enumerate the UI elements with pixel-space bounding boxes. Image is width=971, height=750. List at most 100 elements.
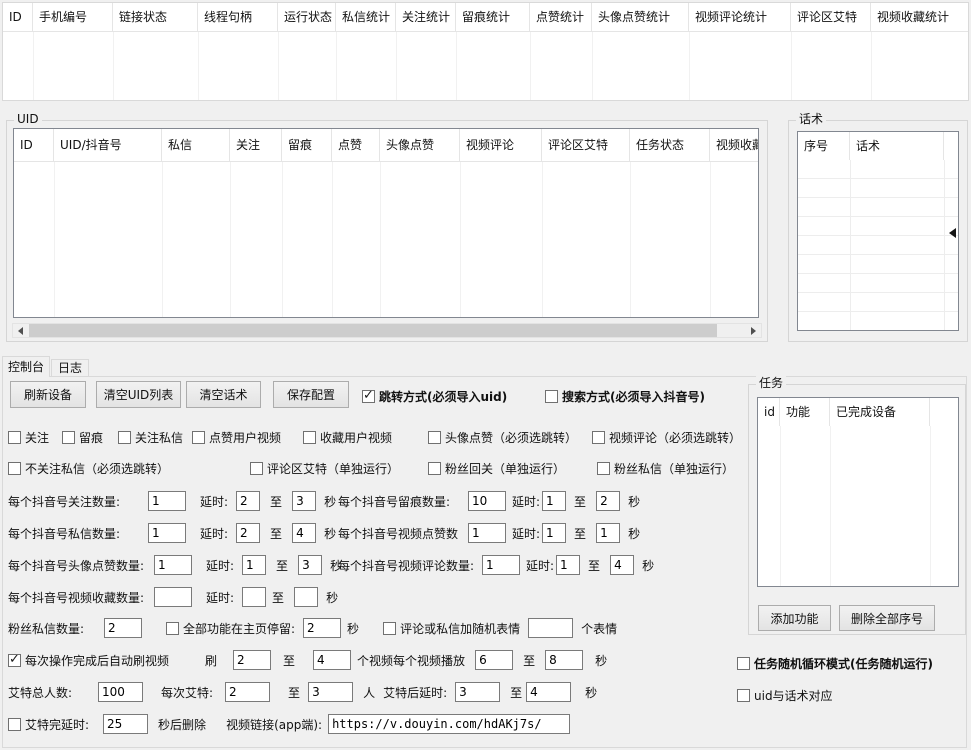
task-col-function[interactable]: 功能	[780, 398, 830, 426]
swipe-to-input[interactable]	[313, 650, 351, 670]
device-col-dm-stat[interactable]: 私信统计	[336, 3, 396, 31]
avatar-like-delay-to-input[interactable]	[298, 555, 322, 575]
device-col-id[interactable]: ID	[3, 3, 33, 31]
task-col-done-devices[interactable]: 已完成设备	[830, 398, 930, 426]
at-each-to-input[interactable]	[308, 682, 353, 702]
tab-log[interactable]: 日志	[51, 359, 89, 376]
device-col-avatar-like-stat[interactable]: 头像点赞统计	[592, 3, 689, 31]
delete-all-serial-button[interactable]: 删除全部序号	[839, 605, 935, 631]
scrollbar-thumb[interactable]	[29, 324, 717, 337]
tab-console[interactable]: 控制台	[2, 356, 50, 377]
device-col-video-fav-stat[interactable]: 视频收藏统计	[871, 3, 968, 31]
device-col-trace-stat[interactable]: 留痕统计	[456, 3, 530, 31]
fans-dm-checkbox[interactable]: 粉丝私信（单独运行）	[597, 460, 734, 476]
uid-col-uid[interactable]: UID/抖音号	[54, 129, 162, 161]
fav-user-video-checkbox[interactable]: 收藏用户视频	[303, 429, 392, 445]
video-like-delay-to-input[interactable]	[596, 523, 620, 543]
follow-checkbox[interactable]: 关注	[8, 429, 49, 445]
device-col-comment-at-stat[interactable]: 评论区艾特	[791, 3, 871, 31]
follow-dm-checkbox[interactable]: 关注私信	[118, 429, 183, 445]
play-from-input[interactable]	[475, 650, 513, 670]
task-col-extra[interactable]	[930, 398, 958, 426]
device-col-thread[interactable]: 线程句柄	[198, 3, 278, 31]
device-col-follow-stat[interactable]: 关注统计	[396, 3, 456, 31]
uid-col-dm[interactable]: 私信	[162, 129, 230, 161]
script-col-serial[interactable]: 序号	[798, 132, 850, 160]
random-emoji-checkbox[interactable]: 评论或私信加随机表情	[383, 620, 520, 636]
scroll-left-button[interactable]	[13, 324, 28, 337]
scroll-right-button[interactable]	[746, 324, 761, 337]
follow-count-input[interactable]	[148, 491, 186, 511]
at-done-delay-checkbox[interactable]: 艾特完延时:	[8, 716, 89, 732]
uid-col-follow[interactable]: 关注	[230, 129, 282, 161]
fans-follow-back-checkbox[interactable]: 粉丝回关（单独运行）	[428, 460, 565, 476]
trace-checkbox[interactable]: 留痕	[62, 429, 103, 445]
device-col-run-status[interactable]: 运行状态	[278, 3, 336, 31]
script-table-body[interactable]	[798, 160, 958, 330]
stay-home-seconds-input[interactable]	[303, 618, 341, 638]
avatar-like-count-input[interactable]	[154, 555, 192, 575]
task-table-body[interactable]	[758, 426, 958, 586]
trace-count-input[interactable]	[468, 491, 506, 511]
avatar-like-delay-from-input[interactable]	[242, 555, 266, 575]
swipe-from-input[interactable]	[233, 650, 271, 670]
video-comment-count-input[interactable]	[482, 555, 520, 575]
uid-col-task-status[interactable]: 任务状态	[630, 129, 710, 161]
save-config-button[interactable]: 保存配置	[273, 381, 349, 408]
clear-script-button[interactable]: 清空话术	[186, 381, 261, 408]
video-fav-delay-from-input[interactable]	[242, 587, 266, 607]
follow-delay-from-input[interactable]	[236, 491, 260, 511]
jump-mode-checkbox[interactable]: 跳转方式(必须导入uid)	[362, 388, 507, 404]
device-col-phone[interactable]: 手机编号	[33, 3, 113, 31]
device-col-like-stat[interactable]: 点赞统计	[530, 3, 592, 31]
task-random-loop-checkbox[interactable]: 任务随机循环模式(任务随机运行)	[737, 655, 933, 671]
like-user-video-checkbox[interactable]: 点赞用户视频	[192, 429, 281, 445]
emoji-count-input[interactable]	[528, 618, 573, 638]
script-col-extra[interactable]	[944, 132, 958, 160]
uid-script-match-checkbox[interactable]: uid与话术对应	[737, 687, 833, 703]
video-comment-checkbox[interactable]: 视频评论（必须选跳转）	[592, 429, 741, 445]
uid-col-video-fav[interactable]: 视频收藏	[710, 129, 758, 161]
uid-col-trace[interactable]: 留痕	[282, 129, 332, 161]
video-link-input[interactable]	[328, 714, 570, 734]
video-comment-delay-from-input[interactable]	[556, 555, 580, 575]
at-total-input[interactable]	[98, 682, 143, 702]
uid-table-body[interactable]	[14, 162, 758, 317]
dm-delay-from-input[interactable]	[236, 523, 260, 543]
trace-delay-from-input[interactable]	[542, 491, 566, 511]
uid-col-comment-at[interactable]: 评论区艾特	[542, 129, 630, 161]
uid-col-avatar-like[interactable]: 头像点赞	[380, 129, 460, 161]
script-col-script[interactable]: 话术	[850, 132, 944, 160]
at-delay-from-input[interactable]	[455, 682, 500, 702]
video-comment-delay-to-input[interactable]	[610, 555, 634, 575]
task-col-id[interactable]: id	[758, 398, 780, 426]
device-table-body[interactable]	[3, 32, 968, 100]
uid-col-like[interactable]: 点赞	[332, 129, 380, 161]
uid-horizontal-scrollbar[interactable]	[12, 323, 762, 338]
no-follow-dm-checkbox[interactable]: 不关注私信（必须选跳转）	[8, 460, 169, 476]
clear-uid-list-button[interactable]: 清空UID列表	[96, 381, 181, 408]
at-each-from-input[interactable]	[225, 682, 270, 702]
at-done-delay-input[interactable]	[103, 714, 148, 734]
at-delay-to-input[interactable]	[526, 682, 571, 702]
refresh-device-button[interactable]: 刷新设备	[10, 381, 86, 408]
video-like-delay-from-input[interactable]	[542, 523, 566, 543]
search-mode-checkbox[interactable]: 搜索方式(必须导入抖音号)	[545, 388, 705, 404]
uid-col-video-comment[interactable]: 视频评论	[460, 129, 542, 161]
video-fav-delay-to-input[interactable]	[294, 587, 318, 607]
avatar-like-checkbox[interactable]: 头像点赞（必须选跳转）	[428, 429, 577, 445]
device-col-link-status[interactable]: 链接状态	[113, 3, 198, 31]
play-to-input[interactable]	[545, 650, 583, 670]
scrollbar-track[interactable]	[28, 324, 746, 337]
device-col-video-comment-stat[interactable]: 视频评论统计	[689, 3, 791, 31]
fans-dm-count-input[interactable]	[104, 618, 142, 638]
auto-swipe-checkbox[interactable]: 每次操作完成后自动刷视频	[8, 652, 169, 668]
dm-delay-to-input[interactable]	[292, 523, 316, 543]
trace-delay-to-input[interactable]	[596, 491, 620, 511]
follow-delay-to-input[interactable]	[292, 491, 316, 511]
comment-at-checkbox[interactable]: 评论区艾特（单独运行）	[250, 460, 399, 476]
dm-count-input[interactable]	[148, 523, 186, 543]
video-fav-count-input[interactable]	[154, 587, 192, 607]
uid-col-id[interactable]: ID	[14, 129, 54, 161]
stay-home-checkbox[interactable]: 全部功能在主页停留:	[166, 620, 295, 636]
